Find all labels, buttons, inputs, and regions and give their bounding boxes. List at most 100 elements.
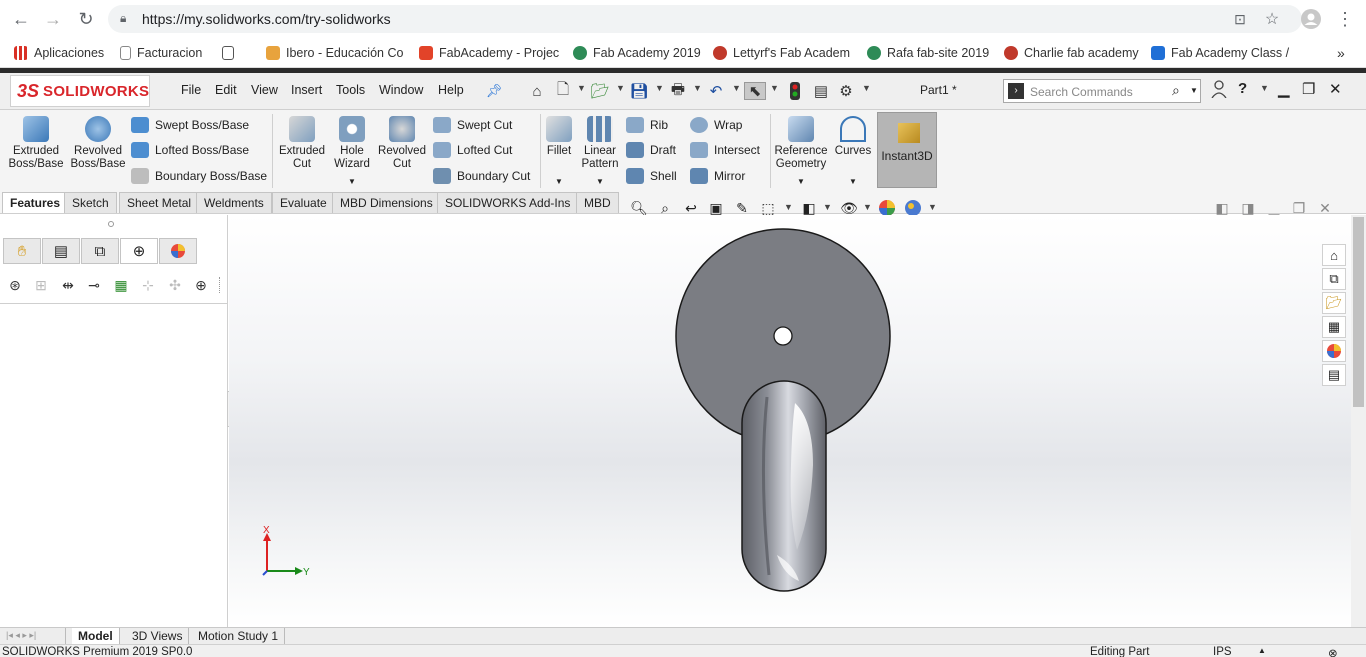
design-library-icon[interactable]: ⧉ [1322, 268, 1346, 290]
extruded-boss-button[interactable]: Extruded Boss/Base [7, 116, 65, 171]
tab-dimxpert-manager[interactable]: ⊕ [120, 238, 158, 264]
tab-features[interactable]: Features [2, 192, 69, 213]
revolved-boss-button[interactable]: Revolved Boss/Base [69, 116, 127, 171]
boundary-cut-button[interactable]: Boundary Cut [433, 167, 530, 185]
browser-menu-icon[interactable]: ⋮ [1334, 8, 1356, 30]
tab-sheet-metal[interactable]: Sheet Metal [119, 192, 200, 213]
menu-file[interactable]: File [181, 83, 201, 97]
reload-icon[interactable]: ↻ [75, 8, 97, 30]
tab-configuration-manager[interactable]: ⧉ [81, 238, 119, 264]
print-caret-icon[interactable]: ▼ [693, 83, 702, 93]
lofted-cut-button[interactable]: Lofted Cut [433, 141, 512, 159]
profile-avatar-icon[interactable] [1300, 8, 1322, 30]
help-caret-icon[interactable]: ▼ [1260, 83, 1269, 93]
view-orientation-caret-icon[interactable]: ▼ [784, 202, 793, 212]
translate-icon[interactable]: ⊡ [1229, 8, 1251, 30]
pin-icon[interactable]: 📌︎ [485, 82, 503, 100]
display-style-caret-icon[interactable]: ▼ [823, 202, 832, 212]
tab-feature-manager[interactable]: ✋︎ [3, 238, 41, 264]
undo-icon[interactable]: ↶ [707, 82, 725, 100]
draft-button[interactable]: Draft [626, 141, 676, 159]
bookmark-fab-academy-2019[interactable]: Fab Academy 2019 [573, 44, 701, 62]
tab-mbd[interactable]: MBD [576, 192, 619, 213]
instant3d-button[interactable]: Instant3D [877, 112, 937, 188]
menu-insert[interactable]: Insert [291, 83, 322, 97]
reference-geometry-caret-icon[interactable]: ▼ [772, 175, 830, 188]
tab-property-manager[interactable]: ▤ [42, 238, 80, 264]
search-icon[interactable]: ⌕ [1172, 82, 1180, 99]
status-help-icon[interactable]: ⊗ [1328, 646, 1338, 657]
new-caret-icon[interactable]: ▼ [577, 83, 586, 93]
solidworks-resources-icon[interactable]: ⌂ [1322, 244, 1346, 266]
bookmark-lettyrf[interactable]: Lettyrf's Fab Academ [713, 44, 850, 62]
menu-view[interactable]: View [251, 83, 278, 97]
intersect-button[interactable]: Intersect [690, 141, 760, 159]
apply-scene-caret-icon[interactable]: ▼ [928, 202, 937, 212]
tab-motion-study-1[interactable]: Motion Study 1 [192, 628, 286, 644]
bookmarks-more[interactable]: » [1337, 44, 1345, 62]
menu-edit[interactable]: Edit [215, 83, 237, 97]
restore-icon[interactable]: ❐ [1302, 80, 1315, 98]
minimize-icon[interactable]: ▁ [1278, 80, 1290, 98]
shell-button[interactable]: Shell [626, 167, 677, 185]
tab-evaluate[interactable]: Evaluate [272, 192, 335, 213]
open-caret-icon[interactable]: ▼ [616, 83, 625, 93]
rebuild-icon[interactable] [786, 82, 804, 100]
bookmark-doc[interactable] [222, 44, 234, 62]
menu-window[interactable]: Window [379, 83, 423, 97]
tab-model[interactable]: Model [72, 628, 120, 644]
print-icon[interactable]: 🖶 [669, 81, 687, 100]
select-arrow-icon[interactable]: ⬉ [744, 82, 766, 100]
menu-help[interactable]: Help [438, 83, 464, 97]
location-dimension-icon[interactable]: ⊸ [84, 275, 104, 295]
tab-display-manager[interactable] [159, 238, 197, 264]
bookmark-fabacademy-projects[interactable]: FabAcademy - Projec [419, 44, 559, 62]
menu-tools[interactable]: Tools [336, 83, 365, 97]
hide-show-caret-icon[interactable]: ▼ [863, 202, 872, 212]
tab-mbd-dimensions[interactable]: MBD Dimensions [332, 192, 441, 213]
options-caret-icon[interactable]: ▼ [862, 83, 871, 93]
view-palette-icon[interactable]: ▦ [1322, 316, 1346, 338]
tab-3d-views[interactable]: 3D Views [126, 628, 190, 644]
reference-geometry-button[interactable]: Reference Geometry ▼ [772, 116, 830, 188]
scroll-thumb[interactable] [1353, 217, 1364, 407]
units-caret-icon[interactable]: ▲ [1258, 646, 1266, 655]
pattern-feature-icon[interactable]: ✣ [165, 275, 185, 295]
open-icon[interactable]: 📂︎ [590, 82, 609, 100]
linear-pattern-caret-icon[interactable]: ▼ [571, 175, 629, 188]
solidworks-logo[interactable]: 3S SOLIDWORKS [10, 75, 150, 107]
tab-weldments[interactable]: Weldments [196, 192, 272, 213]
boundary-boss-button[interactable]: Boundary Boss/Base [131, 167, 267, 185]
custom-properties-icon[interactable]: ▤ [1322, 364, 1346, 386]
tab-solidworks-addins[interactable]: SOLIDWORKS Add-Ins [437, 192, 579, 213]
page-scrollbar[interactable] [1351, 215, 1366, 627]
tab-sketch[interactable]: Sketch [64, 192, 117, 213]
hole-wizard-caret-icon[interactable]: ▼ [323, 175, 381, 188]
geometric-tolerance-icon[interactable]: ⊹ [138, 275, 158, 295]
search-caret-icon[interactable]: ▼ [1190, 86, 1198, 95]
lofted-boss-button[interactable]: Lofted Boss/Base [131, 141, 249, 159]
save-icon[interactable]: 💾︎ [629, 82, 648, 100]
size-dimension-icon[interactable]: ⇹ [58, 275, 78, 295]
address-bar[interactable]: 🔒︎ https://my.solidworks.com/try-solidwo… [108, 5, 1302, 33]
file-properties-icon[interactable]: ▤ [812, 82, 830, 100]
save-caret-icon[interactable]: ▼ [655, 83, 664, 93]
show-tolerance-status-icon[interactable]: ⊞ [31, 275, 51, 295]
copy-scheme-icon[interactable]: ⊕ [191, 275, 211, 295]
tab-scroll-arrows[interactable]: |◂ ◂ ▸ ▸| [0, 628, 66, 644]
rib-button[interactable]: Rib [626, 116, 668, 134]
status-units[interactable]: IPS [1213, 646, 1232, 657]
home-icon[interactable]: ⌂ [528, 82, 546, 100]
bookmark-facturacion[interactable]: Facturacion [120, 44, 202, 62]
bookmark-fab-class[interactable]: Fab Academy Class / [1151, 44, 1289, 62]
mirror-button[interactable]: Mirror [690, 167, 745, 185]
auto-dimension-scheme-icon[interactable]: ⊛ [5, 275, 25, 295]
help-icon[interactable]: ? [1238, 80, 1247, 97]
revolved-cut-button[interactable]: Revolved Cut [373, 116, 431, 171]
file-explorer-icon[interactable]: 📂︎ [1322, 292, 1346, 314]
bookmark-apps[interactable]: Aplicaciones [14, 44, 104, 62]
panel-grip-icon[interactable] [108, 221, 114, 227]
linear-pattern-button[interactable]: Linear Pattern ▼ [571, 116, 629, 188]
swept-cut-button[interactable]: Swept Cut [433, 116, 512, 134]
graphics-area[interactable]: X Y [229, 215, 1351, 627]
